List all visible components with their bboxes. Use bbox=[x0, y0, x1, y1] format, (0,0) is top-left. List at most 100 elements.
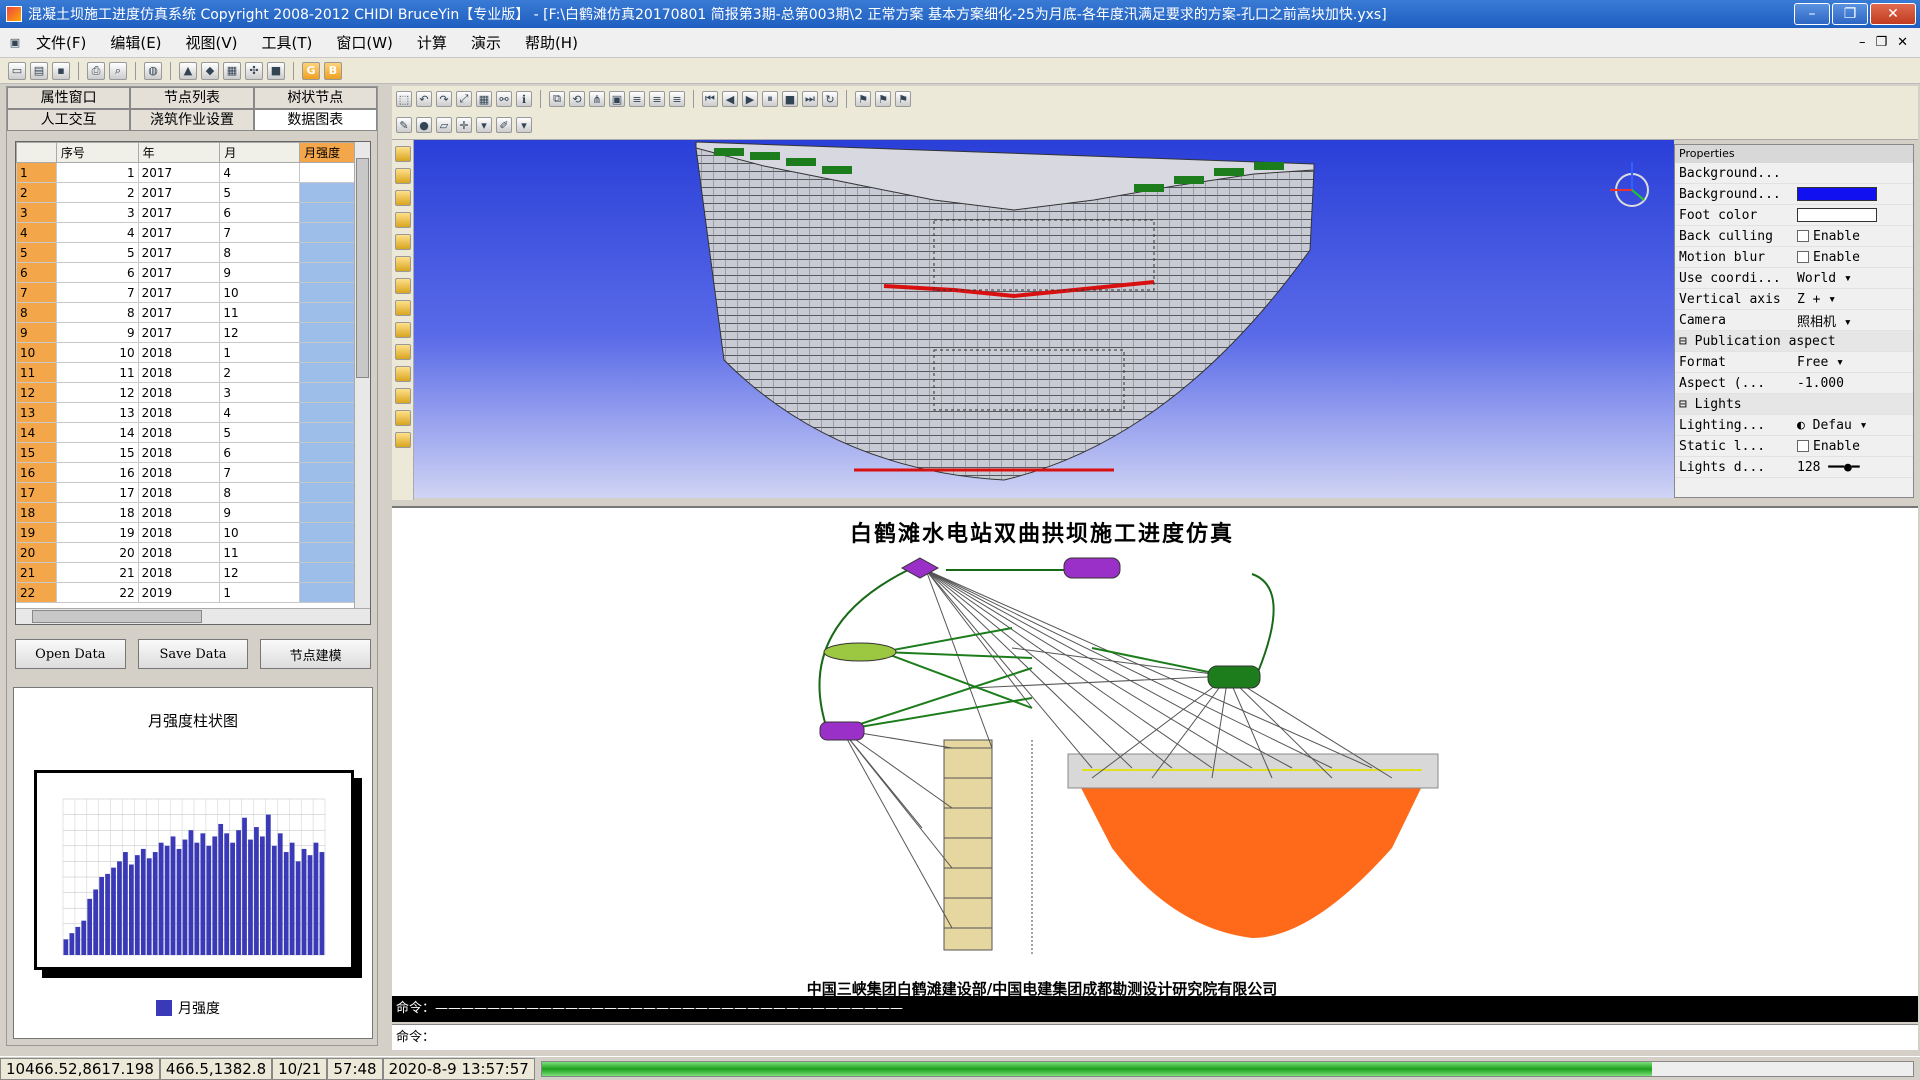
row-number[interactable]: 11 bbox=[16, 362, 57, 383]
table-row[interactable]: 11 11 2018 2 bbox=[16, 362, 356, 383]
sphere-icon[interactable] bbox=[394, 388, 411, 404]
row-number[interactable]: 3 bbox=[16, 202, 57, 223]
table-row[interactable]: 9 9 2017 12 bbox=[16, 322, 356, 343]
scroll-thumb[interactable] bbox=[32, 610, 202, 623]
grid-view-icon[interactable]: ▦ bbox=[476, 91, 492, 107]
enable-checkbox[interactable] bbox=[1797, 251, 1809, 263]
cell-monthly-strength[interactable] bbox=[299, 442, 356, 463]
purple-node[interactable] bbox=[819, 721, 865, 741]
cell-monthly-strength[interactable] bbox=[299, 262, 356, 283]
property-row[interactable]: Background... bbox=[1675, 184, 1913, 205]
node-modeling-button[interactable]: 节点建模 bbox=[260, 639, 372, 669]
cell-seq[interactable]: 8 bbox=[55, 302, 139, 323]
table-row[interactable]: 3 3 2017 6 bbox=[16, 202, 356, 223]
cell-seq[interactable]: 4 bbox=[55, 222, 139, 243]
cell-seq[interactable]: 19 bbox=[55, 522, 139, 543]
enable-checkbox[interactable] bbox=[1797, 440, 1809, 452]
tab-properties-window[interactable]: 属性窗口 bbox=[7, 87, 131, 109]
table-row[interactable]: 22 22 2019 1 bbox=[16, 582, 356, 603]
row-number[interactable]: 7 bbox=[16, 282, 57, 303]
cell-seq[interactable]: 1 bbox=[55, 162, 139, 183]
cell-month[interactable]: 10 bbox=[219, 522, 301, 543]
menu-demo[interactable]: 演示 bbox=[459, 32, 513, 53]
cell-month[interactable]: 6 bbox=[219, 202, 301, 223]
cell-month[interactable]: 10 bbox=[219, 282, 301, 303]
cell-monthly-strength[interactable] bbox=[299, 342, 356, 363]
cell-seq[interactable]: 10 bbox=[55, 342, 139, 363]
cell-year[interactable]: 2018 bbox=[137, 442, 221, 463]
cell-monthly-strength[interactable] bbox=[299, 362, 356, 383]
puzzle-icon[interactable]: ✣ bbox=[245, 61, 263, 80]
property-value[interactable]: 128 ━━●━ bbox=[1793, 460, 1913, 475]
table-row[interactable]: 4 4 2017 7 bbox=[16, 222, 356, 243]
tab-tree-nodes[interactable]: 树状节点 bbox=[253, 87, 377, 109]
sphere-icon[interactable] bbox=[394, 344, 411, 360]
table-row[interactable]: 19 19 2018 10 bbox=[16, 522, 356, 543]
cell-year[interactable]: 2018 bbox=[137, 342, 221, 363]
cell-year[interactable]: 2017 bbox=[137, 222, 221, 243]
menu-window[interactable]: 窗口(W) bbox=[324, 32, 405, 53]
cell-year[interactable]: 2017 bbox=[137, 322, 221, 343]
pause-icon[interactable]: ⏸ bbox=[762, 91, 778, 107]
row-number[interactable]: 10 bbox=[16, 342, 57, 363]
row-number[interactable]: 4 bbox=[16, 222, 57, 243]
property-row[interactable]: Aspect (... -1.000 bbox=[1675, 373, 1913, 394]
copy-icon[interactable]: ⧉ bbox=[549, 91, 565, 107]
shape-tool-icon[interactable]: ▱ bbox=[436, 117, 452, 133]
cell-monthly-strength[interactable] bbox=[299, 562, 356, 583]
property-value[interactable]: 照相机 ▾ bbox=[1793, 311, 1913, 330]
save-icon[interactable]: ▪ bbox=[52, 61, 70, 80]
property-row[interactable]: Foot color bbox=[1675, 205, 1913, 226]
cell-month[interactable]: 5 bbox=[219, 422, 301, 443]
dropdown-icon[interactable]: ▾ bbox=[516, 117, 532, 133]
property-value[interactable]: Enable bbox=[1793, 439, 1913, 454]
property-value[interactable]: ◐ Defau ▾ bbox=[1793, 418, 1913, 433]
property-row[interactable]: Motion blur Enable bbox=[1675, 247, 1913, 268]
cell-seq[interactable]: 21 bbox=[55, 562, 139, 583]
cell-month[interactable]: 6 bbox=[219, 442, 301, 463]
row-number[interactable]: 15 bbox=[16, 442, 57, 463]
open-data-button[interactable]: Open Data bbox=[15, 639, 126, 669]
cell-year[interactable]: 2018 bbox=[137, 382, 221, 403]
save-data-button[interactable]: Save Data bbox=[137, 639, 249, 669]
layer-icon[interactable]: ≡ bbox=[629, 91, 645, 107]
flag-icon[interactable]: ⚑ bbox=[875, 91, 891, 107]
new-file-icon[interactable]: ▭ bbox=[8, 61, 26, 80]
cell-year[interactable]: 2018 bbox=[137, 422, 221, 443]
table-row[interactable]: 13 13 2018 4 bbox=[16, 402, 356, 423]
cell-seq[interactable]: 7 bbox=[55, 282, 139, 303]
row-number[interactable]: 17 bbox=[16, 482, 57, 503]
cell-monthly-strength[interactable] bbox=[299, 182, 356, 203]
open-folder-icon[interactable]: ▤ bbox=[30, 61, 48, 80]
cell-year[interactable]: 2017 bbox=[137, 282, 221, 303]
tab-node-list[interactable]: 节点列表 bbox=[130, 87, 254, 109]
close-button[interactable]: ✕ bbox=[1870, 3, 1916, 25]
shield-icon[interactable] bbox=[394, 256, 411, 272]
header-month[interactable]: 月 bbox=[219, 142, 301, 163]
pencil-icon[interactable] bbox=[394, 146, 411, 162]
row-number[interactable]: 6 bbox=[16, 262, 57, 283]
header-year[interactable]: 年 bbox=[137, 142, 221, 163]
cell-month[interactable]: 9 bbox=[219, 262, 301, 283]
minimize-button[interactable]: – bbox=[1794, 3, 1830, 25]
property-value[interactable] bbox=[1793, 187, 1913, 201]
row-number[interactable]: 16 bbox=[16, 462, 57, 483]
property-row[interactable]: Lights d... 128 ━━●━ bbox=[1675, 457, 1913, 478]
cell-seq[interactable]: 14 bbox=[55, 422, 139, 443]
table-row[interactable]: 6 6 2017 9 bbox=[16, 262, 356, 283]
cell-month[interactable]: 7 bbox=[219, 462, 301, 483]
cell-monthly-strength[interactable] bbox=[299, 322, 356, 343]
tab-pouring-settings[interactable]: 浇筑作业设置 bbox=[130, 109, 254, 131]
cell-month[interactable]: 9 bbox=[219, 502, 301, 523]
cell-seq[interactable]: 20 bbox=[55, 542, 139, 563]
row-number[interactable]: 2 bbox=[16, 182, 57, 203]
grid-corner[interactable] bbox=[16, 142, 57, 163]
cell-month[interactable]: 12 bbox=[219, 562, 301, 583]
row-number[interactable]: 5 bbox=[16, 242, 57, 263]
pen-icon[interactable]: ✐ bbox=[496, 117, 512, 133]
layer-icon[interactable]: ≡ bbox=[669, 91, 685, 107]
print-preview-icon[interactable]: ⌕ bbox=[109, 61, 127, 80]
dropdown-icon[interactable]: ▾ bbox=[476, 117, 492, 133]
row-number[interactable]: 1 bbox=[16, 162, 57, 183]
table-row[interactable]: 14 14 2018 5 bbox=[16, 422, 356, 443]
